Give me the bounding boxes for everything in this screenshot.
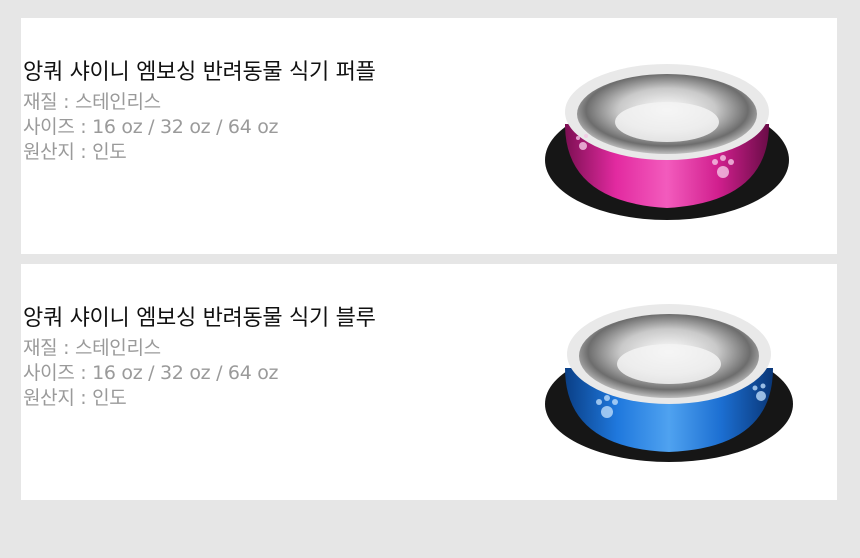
product-card: 앙쿼 샤이니 엠보싱 반려동물 식기 퍼플 재질 : 스테인리스 사이즈 : 1… [21,18,837,254]
product-image-bowl [545,304,793,462]
product-material: 재질 : 스테인리스 [23,337,161,359]
product-title: 앙쿼 샤이니 엠보싱 반려동물 식기 블루 [23,306,376,331]
product-material: 재질 : 스테인리스 [23,91,161,113]
product-card: 앙쿼 샤이니 엠보싱 반려동물 식기 블루 재질 : 스테인리스 사이즈 : 1… [21,264,837,500]
product-info: 앙쿼 샤이니 엠보싱 반려동물 식기 퍼플 재질 : 스테인리스 사이즈 : 1… [23,58,376,165]
product-origin: 원산지 : 인도 [23,387,127,409]
product-origin: 원산지 : 인도 [23,141,127,163]
product-image-bowl [545,64,789,220]
product-size: 사이즈 : 16 oz / 32 oz / 64 oz [23,116,279,138]
product-title: 앙쿼 샤이니 엠보싱 반려동물 식기 퍼플 [23,60,376,85]
product-size: 사이즈 : 16 oz / 32 oz / 64 oz [23,362,279,384]
product-info: 앙쿼 샤이니 엠보싱 반려동물 식기 블루 재질 : 스테인리스 사이즈 : 1… [23,304,376,411]
